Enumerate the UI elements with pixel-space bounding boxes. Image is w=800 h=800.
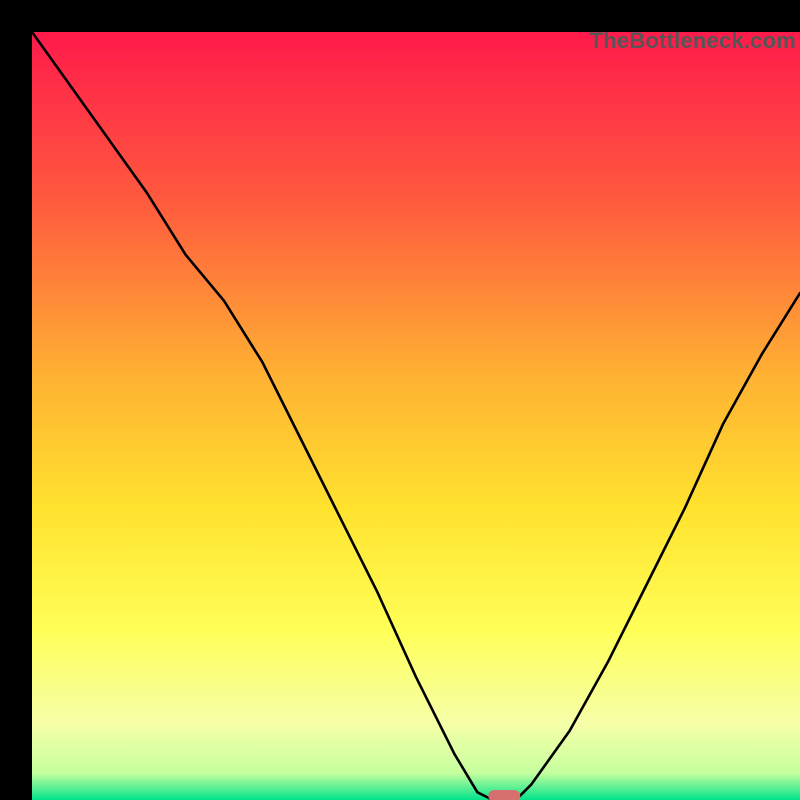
chart-svg — [32, 32, 800, 800]
gradient-background — [32, 32, 800, 800]
plot-area: TheBottleneck.com — [32, 32, 800, 800]
chart-frame: TheBottleneck.com — [0, 0, 800, 800]
optimum-marker — [488, 790, 520, 800]
watermark-label: TheBottleneck.com — [590, 28, 796, 54]
